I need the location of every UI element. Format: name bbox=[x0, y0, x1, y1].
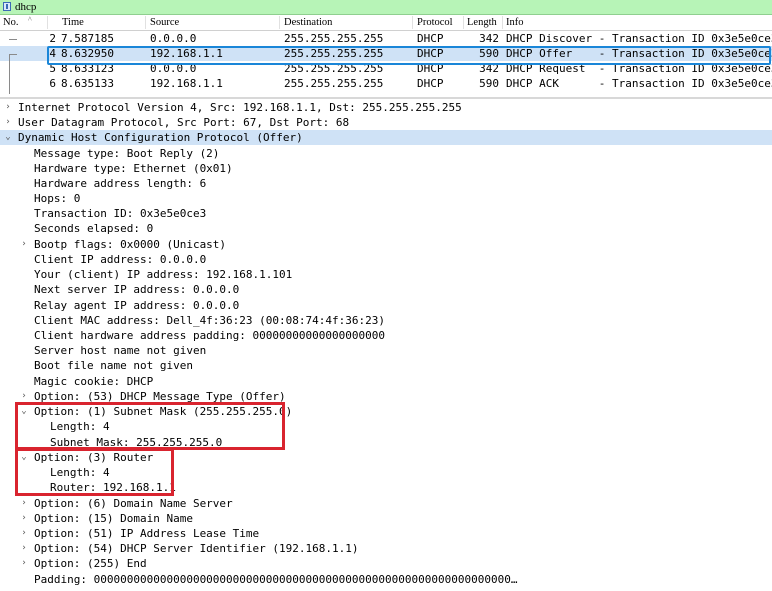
tree-item-udp[interactable]: User Datagram Protocol, Src Port: 67, Ds… bbox=[18, 115, 349, 130]
column-separator[interactable] bbox=[412, 16, 413, 29]
packet-row[interactable]: 2 7.587185 0.0.0.0 255.255.255.255 DHCP … bbox=[0, 31, 772, 46]
tree-field[interactable]: Client MAC address: Dell_4f:36:23 (00:08… bbox=[34, 313, 385, 328]
column-header-time[interactable]: Time bbox=[62, 16, 84, 29]
tree-option[interactable]: Option: (54) DHCP Server Identifier (192… bbox=[34, 541, 359, 556]
annotation-box-router bbox=[15, 448, 174, 496]
packet-protocol: DHCP bbox=[417, 32, 444, 45]
tree-option[interactable]: Option: (51) IP Address Lease Time bbox=[34, 526, 259, 541]
expand-arrow-icon[interactable]: › bbox=[3, 115, 13, 130]
tree-field[interactable]: Next server IP address: 0.0.0.0 bbox=[34, 282, 239, 297]
expand-arrow-icon[interactable]: › bbox=[3, 100, 13, 115]
expand-arrow-icon[interactable]: › bbox=[19, 526, 29, 541]
expand-arrow-icon[interactable]: › bbox=[19, 237, 29, 252]
tree-field[interactable]: Bootp flags: 0x0000 (Unicast) bbox=[34, 237, 226, 252]
tree-option[interactable]: Option: (6) Domain Name Server bbox=[34, 496, 233, 511]
bookmark-icon[interactable] bbox=[3, 2, 11, 11]
tree-item-ip[interactable]: Internet Protocol Version 4, Src: 192.16… bbox=[18, 100, 462, 115]
packet-length: 342 bbox=[479, 32, 499, 45]
sort-ascending-icon: ^ bbox=[28, 15, 32, 24]
packet-no: 2 bbox=[49, 32, 56, 45]
annotation-box-subnet-mask bbox=[15, 402, 285, 450]
tree-field[interactable]: Boot file name not given bbox=[34, 358, 193, 373]
display-filter-input[interactable]: dhcp bbox=[15, 0, 36, 14]
column-header-info[interactable]: Info bbox=[506, 16, 524, 29]
tree-field[interactable]: Client IP address: 0.0.0.0 bbox=[34, 252, 206, 267]
packet-time: 7.587185 bbox=[61, 32, 114, 45]
display-filter-bar[interactable]: dhcp bbox=[0, 0, 772, 15]
expand-arrow-icon[interactable]: › bbox=[19, 496, 29, 511]
packet-length: 590 bbox=[479, 77, 499, 90]
tree-field[interactable]: Message type: Boot Reply (2) bbox=[34, 146, 219, 161]
tree-field[interactable]: Server host name not given bbox=[34, 343, 206, 358]
column-separator[interactable] bbox=[463, 16, 464, 29]
related-packet-bracket bbox=[9, 54, 17, 55]
expand-arrow-icon[interactable]: › bbox=[19, 556, 29, 571]
column-separator[interactable] bbox=[502, 16, 503, 29]
collapse-arrow-icon[interactable]: ⌄ bbox=[3, 130, 13, 145]
packet-source: 192.168.1.1 bbox=[150, 77, 223, 90]
tree-field[interactable]: Client hardware address padding: 0000000… bbox=[34, 328, 385, 343]
column-header-no[interactable]: No. bbox=[3, 16, 18, 29]
tree-field[interactable]: Seconds elapsed: 0 bbox=[34, 221, 153, 236]
column-header-length[interactable]: Length bbox=[467, 16, 497, 29]
packet-row[interactable]: 6 8.635133 192.168.1.1 255.255.255.255 D… bbox=[0, 76, 772, 91]
related-packet-bracket bbox=[9, 54, 10, 94]
pane-splitter[interactable] bbox=[0, 97, 772, 99]
column-separator[interactable] bbox=[47, 16, 48, 29]
expand-arrow-icon[interactable]: › bbox=[19, 541, 29, 556]
packet-destination: 255.255.255.255 bbox=[284, 77, 384, 90]
packet-list-header: No. ^ Time Source Destination Protocol L… bbox=[0, 15, 772, 31]
tree-field[interactable]: Hops: 0 bbox=[34, 191, 80, 206]
selected-packet-outline bbox=[47, 46, 771, 65]
tree-item-dhcp[interactable]: Dynamic Host Configuration Protocol (Off… bbox=[18, 130, 303, 145]
column-header-protocol[interactable]: Protocol bbox=[417, 16, 453, 29]
column-header-destination[interactable]: Destination bbox=[284, 16, 332, 29]
packet-destination: 255.255.255.255 bbox=[284, 32, 384, 45]
packet-info: DHCP Discover - Transaction ID 0x3e5e0ce… bbox=[506, 32, 772, 45]
packet-no: 6 bbox=[49, 77, 56, 90]
related-packet-bracket bbox=[9, 39, 17, 40]
tree-field[interactable]: Magic cookie: DHCP bbox=[34, 374, 153, 389]
tree-field-padding[interactable]: Padding: 0000000000000000000000000000000… bbox=[34, 572, 517, 587]
expand-arrow-icon[interactable]: › bbox=[19, 511, 29, 526]
tree-option[interactable]: Option: (15) Domain Name bbox=[34, 511, 193, 526]
tree-field[interactable]: Hardware type: Ethernet (0x01) bbox=[34, 161, 233, 176]
column-separator[interactable] bbox=[279, 16, 280, 29]
packet-info: DHCP ACK - Transaction ID 0x3e5e0ce3 bbox=[506, 77, 772, 90]
packet-time: 8.635133 bbox=[61, 77, 114, 90]
tree-option[interactable]: Option: (255) End bbox=[34, 556, 147, 571]
tree-field[interactable]: Transaction ID: 0x3e5e0ce3 bbox=[34, 206, 206, 221]
packet-source: 0.0.0.0 bbox=[150, 32, 197, 45]
column-separator[interactable] bbox=[145, 16, 146, 29]
packet-protocol: DHCP bbox=[417, 77, 444, 90]
tree-field[interactable]: Your (client) IP address: 192.168.1.101 bbox=[34, 267, 292, 282]
tree-field[interactable]: Relay agent IP address: 0.0.0.0 bbox=[34, 298, 239, 313]
tree-field[interactable]: Hardware address length: 6 bbox=[34, 176, 206, 191]
column-header-source[interactable]: Source bbox=[150, 16, 179, 29]
